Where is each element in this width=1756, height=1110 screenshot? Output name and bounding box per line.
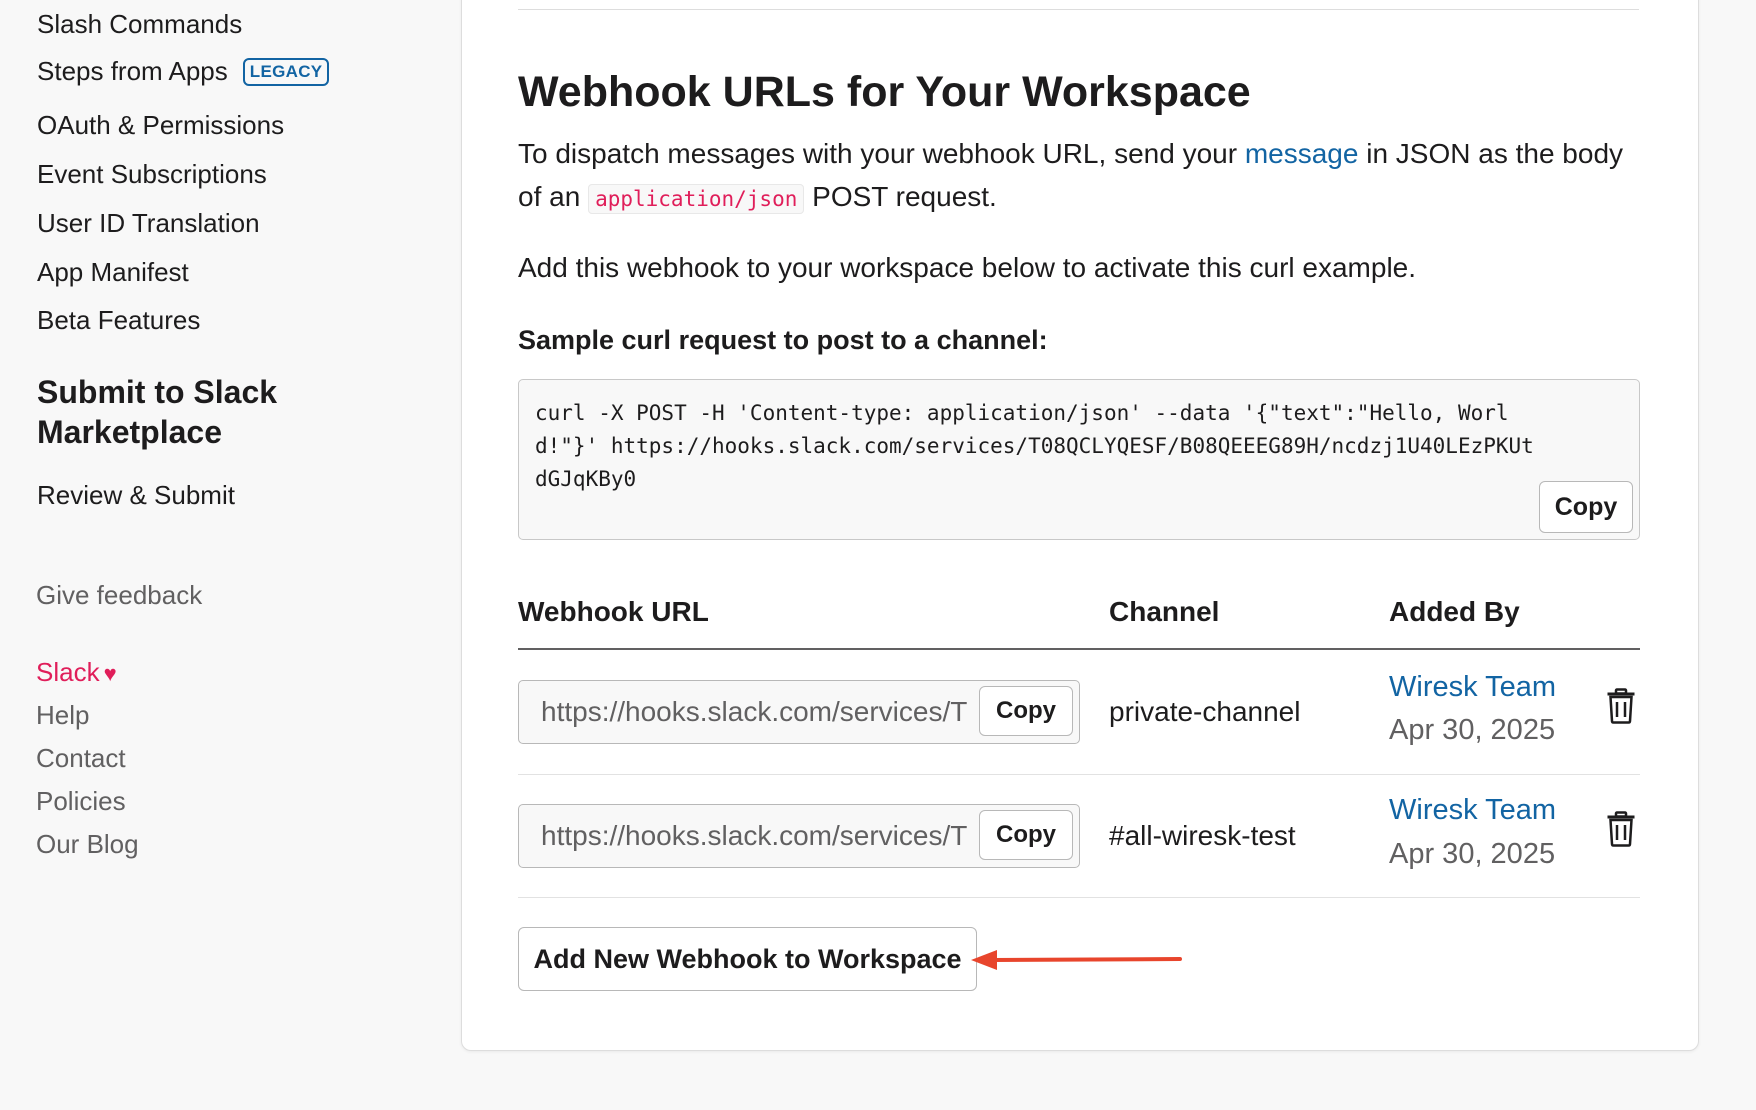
copy-webhook-button[interactable]: Copy — [979, 810, 1073, 860]
divider — [518, 9, 1639, 10]
legacy-badge: LEGACY — [242, 57, 330, 86]
slack-link[interactable]: Slack ♥ — [36, 657, 117, 688]
sidebar-item-steps-from-apps[interactable]: Steps from Apps LEGACY — [37, 56, 330, 87]
column-header-webhook-url: Webhook URL — [518, 596, 709, 627]
sidebar-item-user-id-translation[interactable]: User ID Translation — [37, 208, 260, 239]
help-link[interactable]: Help — [36, 700, 89, 731]
sidebar-item-label: OAuth & Permissions — [37, 110, 285, 140]
message-link[interactable]: message — [1245, 138, 1359, 169]
page-title: Webhook URLs for Your Workspace — [518, 68, 1251, 116]
sidebar-section-heading: Submit to Slack Marketplace — [37, 374, 278, 450]
sidebar-item-label: Event Subscriptions — [37, 159, 267, 189]
curl-code[interactable]: curl -X POST -H 'Content-type: applicati… — [535, 397, 1545, 496]
intro-text: POST request. — [804, 181, 997, 212]
table-header-rule — [518, 648, 1640, 650]
sidebar-item-label: App Manifest — [37, 257, 189, 287]
added-by-link[interactable]: Wiresk Team — [1389, 794, 1556, 827]
channel-cell: #all-wiresk-test — [1109, 820, 1296, 851]
copy-webhook-button[interactable]: Copy — [979, 686, 1073, 736]
heart-icon: ♥ — [103, 661, 117, 686]
sidebar-item-review-submit[interactable]: Review & Submit — [37, 480, 235, 511]
added-by-link[interactable]: Wiresk Team — [1389, 671, 1556, 704]
added-date: Apr 30, 2025 — [1389, 838, 1556, 870]
column-header-channel: Channel — [1109, 596, 1220, 627]
sidebar-item-slash-commands[interactable]: Slash Commands — [37, 9, 242, 40]
webhook-url-field: Copy — [518, 680, 1080, 744]
sidebar-item-label: Review & Submit — [37, 480, 235, 510]
webhook-url-field: Copy — [518, 804, 1080, 868]
row-divider — [518, 897, 1640, 898]
intro-paragraph: To dispatch messages with your webhook U… — [518, 132, 1648, 221]
curl-sample-label: Sample curl request to post to a channel… — [518, 325, 1048, 355]
curl-code-block: curl -X POST -H 'Content-type: applicati… — [518, 379, 1640, 540]
row-divider — [518, 774, 1640, 775]
column-header-added-by: Added By — [1389, 596, 1520, 627]
added-date: Apr 30, 2025 — [1389, 714, 1556, 746]
sidebar-item-oauth-permissions[interactable]: OAuth & Permissions — [37, 110, 284, 141]
sidebar-item-beta-features[interactable]: Beta Features — [37, 305, 200, 336]
our-blog-link[interactable]: Our Blog — [36, 829, 139, 860]
slack-label: Slack — [36, 657, 100, 687]
copy-curl-button[interactable]: Copy — [1539, 481, 1633, 533]
trash-icon[interactable] — [1606, 688, 1636, 724]
intro-text: To dispatch messages with your webhook U… — [518, 138, 1245, 169]
sidebar-item-event-subscriptions[interactable]: Event Subscriptions — [37, 159, 267, 190]
sidebar: Slash Commands Steps from Apps LEGACY OA… — [0, 0, 460, 1110]
sidebar-item-label: Slash Commands — [37, 9, 243, 39]
give-feedback-link[interactable]: Give feedback — [36, 580, 202, 611]
sidebar-item-app-manifest[interactable]: App Manifest — [37, 257, 189, 288]
sidebar-item-label: User ID Translation — [37, 208, 260, 238]
sidebar-item-label: Beta Features — [37, 305, 201, 335]
webhook-url-input[interactable] — [519, 681, 979, 743]
trash-icon[interactable] — [1606, 811, 1636, 847]
add-new-webhook-button[interactable]: Add New Webhook to Workspace — [518, 927, 977, 991]
webhook-url-input[interactable] — [519, 805, 979, 867]
policies-link[interactable]: Policies — [36, 786, 126, 817]
contact-link[interactable]: Contact — [36, 743, 126, 774]
activate-instructions: Add this webhook to your workspace below… — [518, 252, 1417, 283]
sidebar-item-label: Steps from Apps — [37, 56, 228, 86]
inline-code: application/json — [588, 184, 805, 214]
channel-cell: private-channel — [1109, 696, 1301, 727]
annotation-arrow-icon — [971, 950, 1182, 970]
